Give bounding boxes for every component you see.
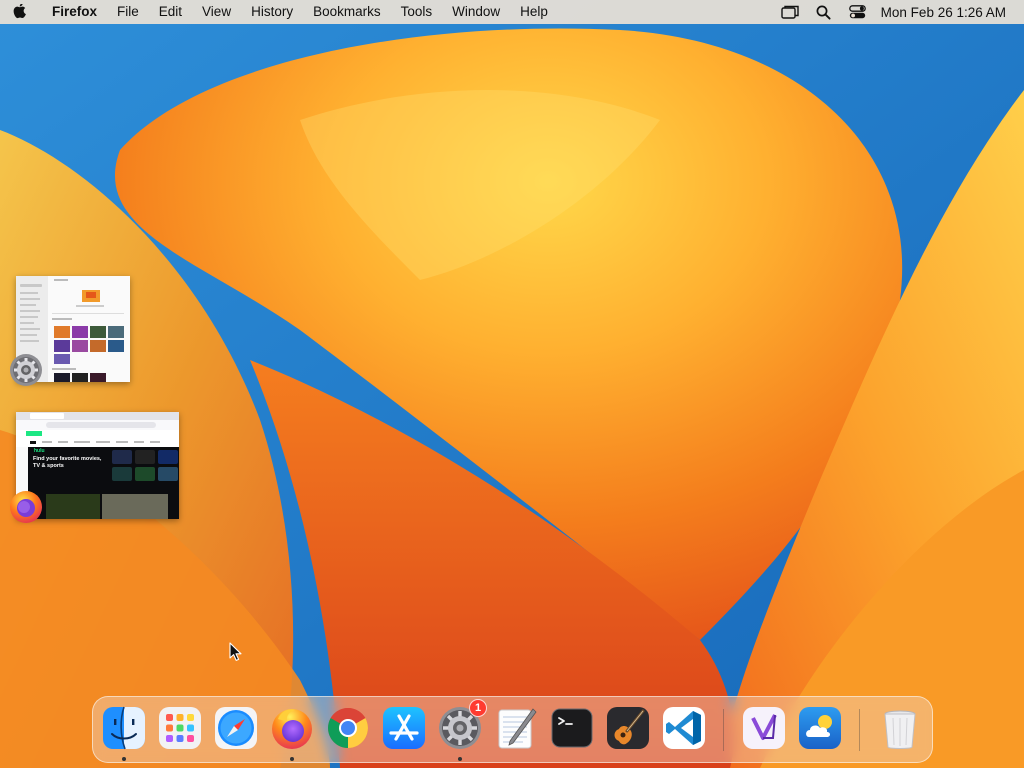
apple-icon xyxy=(13,4,26,19)
textedit-icon xyxy=(498,708,537,749)
dock-separator xyxy=(723,709,724,751)
launchpad-icon xyxy=(159,707,201,749)
mouse-cursor-icon xyxy=(229,642,242,661)
trash-icon xyxy=(884,710,916,749)
running-indicator xyxy=(122,757,126,761)
screen-mirroring-icon[interactable] xyxy=(773,0,807,24)
vscode-icon xyxy=(663,707,705,749)
dock-item-finder[interactable] xyxy=(101,705,147,751)
menu-view[interactable]: View xyxy=(192,0,241,24)
running-indicator xyxy=(290,757,294,761)
dock-item-safari[interactable] xyxy=(213,705,259,751)
visual-studio-icon xyxy=(743,707,785,749)
menu-history[interactable]: History xyxy=(241,0,303,24)
running-indicator xyxy=(458,757,462,761)
menu-tools[interactable]: Tools xyxy=(391,0,443,24)
dock-item-app-store[interactable] xyxy=(381,705,427,751)
menu-window[interactable]: Window xyxy=(442,0,510,24)
spotlight-search-icon[interactable] xyxy=(807,0,841,24)
gear-icon xyxy=(10,354,42,386)
dock-item-firefox[interactable] xyxy=(269,705,315,751)
app-store-icon xyxy=(383,707,425,749)
menu-help[interactable]: Help xyxy=(510,0,558,24)
dock-item-garageband[interactable] xyxy=(605,705,651,751)
menu-file[interactable]: File xyxy=(107,0,149,24)
guitar-icon xyxy=(607,707,649,749)
minimized-firefox-app-badge xyxy=(9,490,43,524)
hulu-logo: hulu xyxy=(34,448,45,454)
notification-badge: 1 xyxy=(469,699,487,717)
dock-item-system-settings[interactable]: 1 xyxy=(437,699,487,751)
dock-item-weather[interactable] xyxy=(797,705,843,751)
dock-item-terminal[interactable] xyxy=(549,705,595,751)
chrome-icon xyxy=(328,708,368,748)
menu-bookmarks[interactable]: Bookmarks xyxy=(303,0,391,24)
menu-edit[interactable]: Edit xyxy=(149,0,192,24)
dock-item-chrome[interactable] xyxy=(325,705,371,751)
dock: 1 xyxy=(92,696,933,763)
dock-item-textedit[interactable] xyxy=(493,705,539,751)
firefox-icon xyxy=(272,709,312,749)
finder-icon xyxy=(103,706,145,750)
hulu-headline-line2: TV & sports xyxy=(33,463,64,469)
hulu-headline-line1: Find your favorite movies, xyxy=(33,456,102,462)
dock-item-vscode[interactable] xyxy=(661,705,707,751)
weather-icon xyxy=(799,707,841,749)
firefox-icon xyxy=(10,491,42,523)
terminal-icon xyxy=(551,708,593,748)
safari-icon xyxy=(215,707,257,749)
menubar-clock[interactable]: Mon Feb 26 1:26 AM xyxy=(875,5,1024,20)
menu-app-name[interactable]: Firefox xyxy=(40,0,107,24)
dock-item-launchpad[interactable] xyxy=(157,705,203,751)
status-area: Mon Feb 26 1:26 AM xyxy=(773,0,1024,24)
dock-item-visual-studio[interactable] xyxy=(741,705,787,751)
dock-separator xyxy=(859,709,860,751)
apple-menu[interactable] xyxy=(0,4,40,20)
control-center-icon[interactable] xyxy=(841,0,875,24)
minimized-settings-app-badge xyxy=(9,353,43,387)
dock-item-trash[interactable] xyxy=(877,705,923,751)
menu-bar: Firefox File Edit View History Bookmarks… xyxy=(0,0,1024,24)
desktop-wallpaper xyxy=(0,0,1024,768)
